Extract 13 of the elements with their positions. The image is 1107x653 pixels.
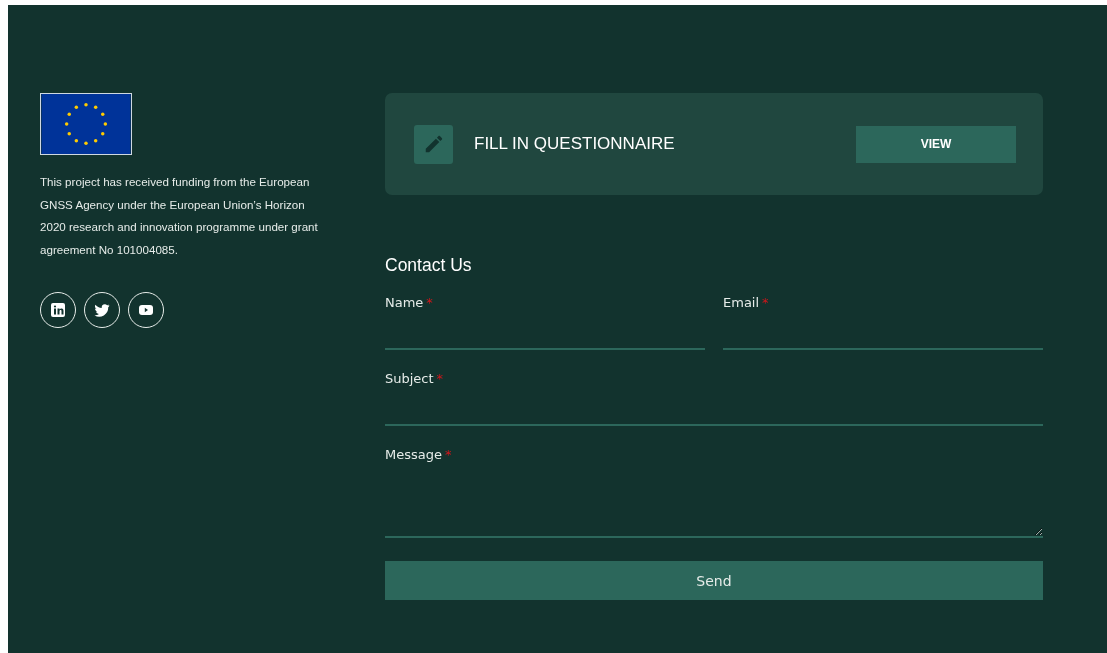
field-label: Subject * bbox=[385, 370, 444, 388]
questionnaire-title: FILL IN QUESTIONNAIRE bbox=[474, 134, 676, 154]
field-label: Name * bbox=[385, 294, 433, 312]
send-button[interactable]: Send bbox=[385, 561, 1043, 600]
contact-heading: Contact Us bbox=[385, 255, 473, 275]
funding-text: This project has received funding from the European GNSS Agency under the European Union’s Horizon 2020 research and innovation programme under grant agreement No 101004085. bbox=[40, 174, 319, 258]
field-label: Email * bbox=[723, 294, 769, 312]
video-play-icon bbox=[138, 302, 154, 318]
linkedin-icon bbox=[50, 302, 66, 318]
pencil-icon bbox=[414, 124, 453, 164]
field-label: Message * bbox=[385, 446, 452, 464]
view-button[interactable]: VIEW bbox=[856, 125, 1016, 163]
bird-icon bbox=[94, 302, 110, 318]
